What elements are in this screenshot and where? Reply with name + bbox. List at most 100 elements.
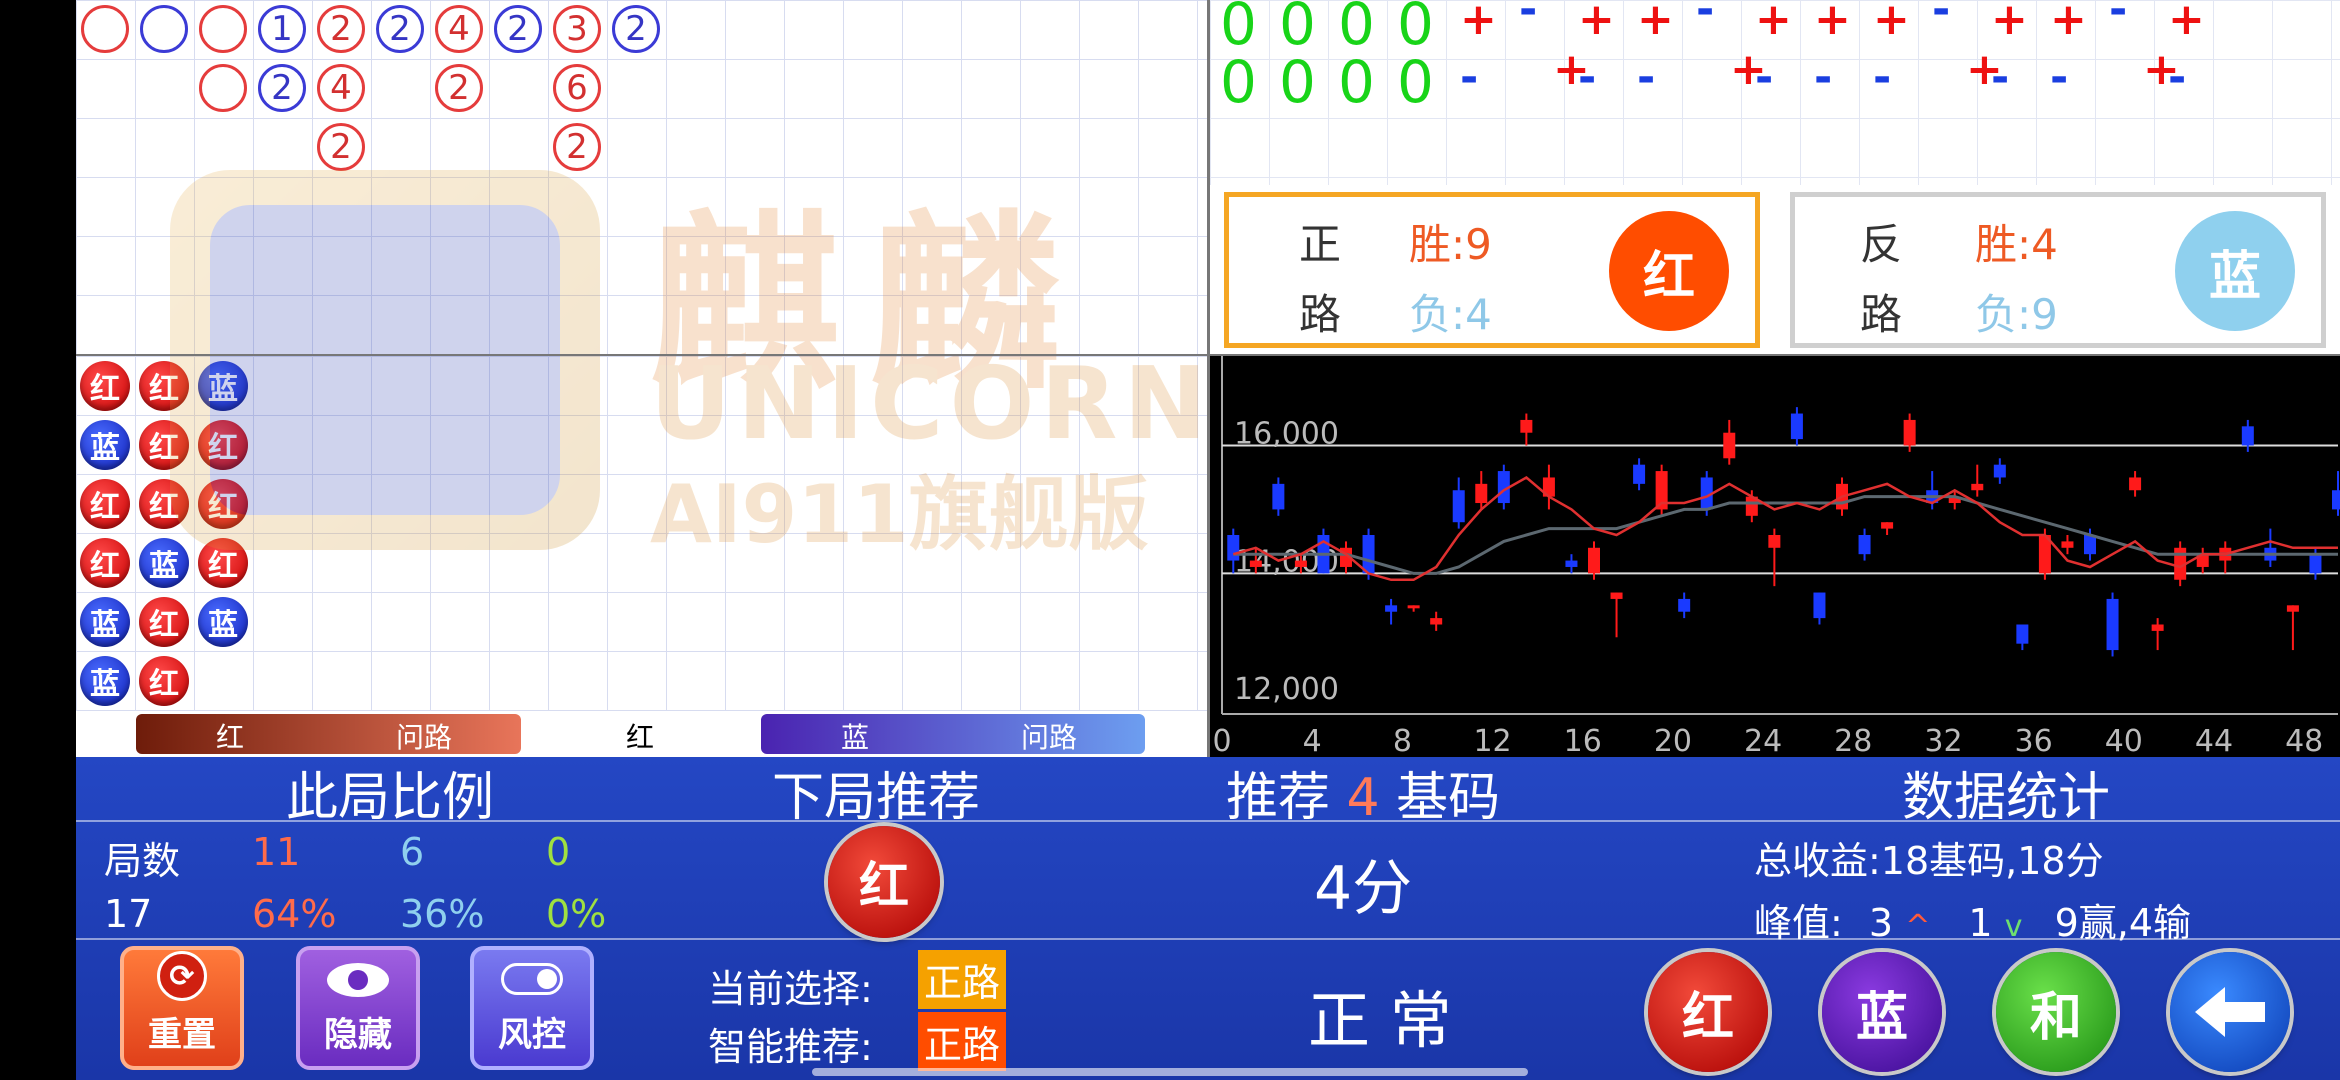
- candle-body: [1565, 560, 1578, 567]
- candle-body: [1858, 535, 1871, 555]
- candle-body: [2016, 624, 2029, 644]
- candle-body: [1227, 535, 1240, 561]
- bead-plate-item: 红: [80, 361, 130, 411]
- blue-ask-label: 问路: [1021, 721, 1078, 754]
- reset-button[interactable]: ⟳ 重置: [120, 946, 244, 1070]
- big-road-circle: [199, 64, 247, 112]
- bead-plate-item: 红: [139, 656, 189, 706]
- candle-body: [1903, 419, 1916, 446]
- y-tick-label: 16,000: [1234, 417, 1339, 452]
- minus-sign: -: [1991, 52, 2010, 103]
- smart-recommend-label: 智能推荐:: [708, 1025, 873, 1069]
- smart-recommend-value: 正路: [918, 1012, 1007, 1071]
- red-bet-label: 红: [1681, 987, 1734, 1048]
- peak-label: 峰值:: [1754, 901, 1843, 945]
- candle-body: [2151, 624, 2164, 631]
- candle-body: [1272, 483, 1285, 510]
- risk-control-button[interactable]: 风控: [470, 946, 594, 1070]
- header-data: 数据统计: [1902, 768, 2111, 828]
- big-road-circle: [140, 5, 188, 53]
- candle-body: [1768, 535, 1781, 548]
- reset-icon: ⟳: [157, 951, 207, 1001]
- blue-bet-button[interactable]: 蓝: [1822, 952, 1942, 1072]
- bead-plate-item: 红: [80, 479, 130, 529]
- track-bar: 红 问路 红 蓝 问路: [76, 711, 1208, 757]
- status-text: 正 常: [1308, 984, 1452, 1057]
- forward-road-lose: 负:4: [1409, 290, 1492, 339]
- x-tick-label: 40: [2105, 724, 2143, 757]
- toggle-icon: [501, 963, 563, 995]
- candle-body: [2241, 426, 2254, 446]
- candle-body: [1723, 432, 1736, 459]
- big-road-circle: [81, 5, 129, 53]
- candle-body: [1678, 598, 1691, 612]
- big-road-circle: 3: [553, 5, 601, 53]
- big-road-circle: 4: [435, 5, 483, 53]
- candle-body: [1610, 592, 1623, 599]
- x-tick-label: 28: [1834, 724, 1872, 757]
- x-tick-label: 0: [1212, 724, 1231, 757]
- next-recommend-badge: 红: [828, 826, 940, 938]
- left-edge: [0, 0, 76, 1080]
- rounds-label: 局数: [104, 839, 181, 883]
- eye-icon: [327, 963, 389, 997]
- bead-plate-item: 红: [198, 538, 248, 588]
- candle-body: [2061, 541, 2074, 548]
- candle-body: [2129, 477, 2142, 491]
- back-button[interactable]: [2170, 952, 2290, 1072]
- bead-plate-item: 红: [198, 420, 248, 470]
- tie-zero: 0: [1338, 48, 1375, 116]
- plus-sign: +: [1578, 0, 1615, 45]
- points-value: 4分: [1314, 854, 1413, 924]
- home-indicator: [812, 1068, 1528, 1076]
- bead-plate-item: 蓝: [139, 538, 189, 588]
- current-choice-value[interactable]: 正路: [918, 950, 1007, 1009]
- bead-plate-item: 蓝: [80, 597, 130, 647]
- candle-body: [1407, 605, 1420, 609]
- candle-body: [1790, 413, 1803, 440]
- red-bet-button[interactable]: 红: [1648, 952, 1768, 1072]
- candle-body: [2309, 554, 2322, 574]
- peak-down: 1: [1968, 901, 1993, 945]
- minus-sign: -: [1696, 0, 1715, 35]
- forward-road-badge-label: 红: [1642, 246, 1695, 307]
- header-recommend: 推荐 4 基码: [1226, 755, 1500, 830]
- candle-body: [2286, 605, 2299, 612]
- big-road-panel: 1224232242622: [76, 0, 1208, 354]
- candle-body: [1588, 547, 1600, 574]
- sign-road-panel: 0 0 0 0 0 0 0 0 + - + + - + + + - + + - + - + - - + - - - + - - + -: [1210, 0, 2340, 185]
- reverse-road-badge-label: 蓝: [2208, 246, 2261, 307]
- bead-plate-item: 蓝: [80, 656, 130, 706]
- minus-sign: -: [1460, 52, 1479, 103]
- big-road-circle: 4: [317, 64, 365, 112]
- big-road-circle: 2: [317, 5, 365, 53]
- plus-sign: +: [1637, 0, 1674, 45]
- risk-label: 风控: [498, 1015, 566, 1055]
- win-lose: 9赢,4输: [2054, 901, 2191, 945]
- red-ask-road-button[interactable]: 红 问路: [136, 714, 521, 754]
- header-ratio: 此局比例: [286, 768, 495, 828]
- minus-sign: -: [1637, 52, 1656, 103]
- tie-zero: 0: [1279, 48, 1316, 116]
- mid-label: 红: [626, 721, 655, 754]
- bead-plate-item: 红: [139, 420, 189, 470]
- forward-road-badge: 红: [1609, 211, 1729, 331]
- bead-plate-item: 蓝: [80, 420, 130, 470]
- big-road-circle: 6: [553, 64, 601, 112]
- plus-sign: +: [2168, 0, 2205, 45]
- tie-bet-button[interactable]: 和: [1996, 952, 2116, 1072]
- header-recommend-prefix: 推荐: [1226, 768, 1331, 828]
- candle-body: [1993, 464, 2006, 478]
- candle-body: [1294, 560, 1307, 567]
- next-recommend-label: 红: [859, 857, 909, 915]
- reverse-road-line1: 反: [1860, 220, 1903, 269]
- plus-sign: +: [1873, 0, 1910, 45]
- blue-ask-road-button[interactable]: 蓝 问路: [761, 714, 1145, 754]
- forward-road-win: 胜:9: [1409, 220, 1492, 269]
- x-tick-label: 44: [2195, 724, 2233, 757]
- plus-sign: +: [1814, 0, 1851, 45]
- hide-button[interactable]: 隐藏: [296, 946, 420, 1070]
- candle-body: [1430, 618, 1443, 625]
- x-tick-label: 8: [1393, 724, 1412, 757]
- current-choice-label: 当前选择:: [708, 967, 873, 1011]
